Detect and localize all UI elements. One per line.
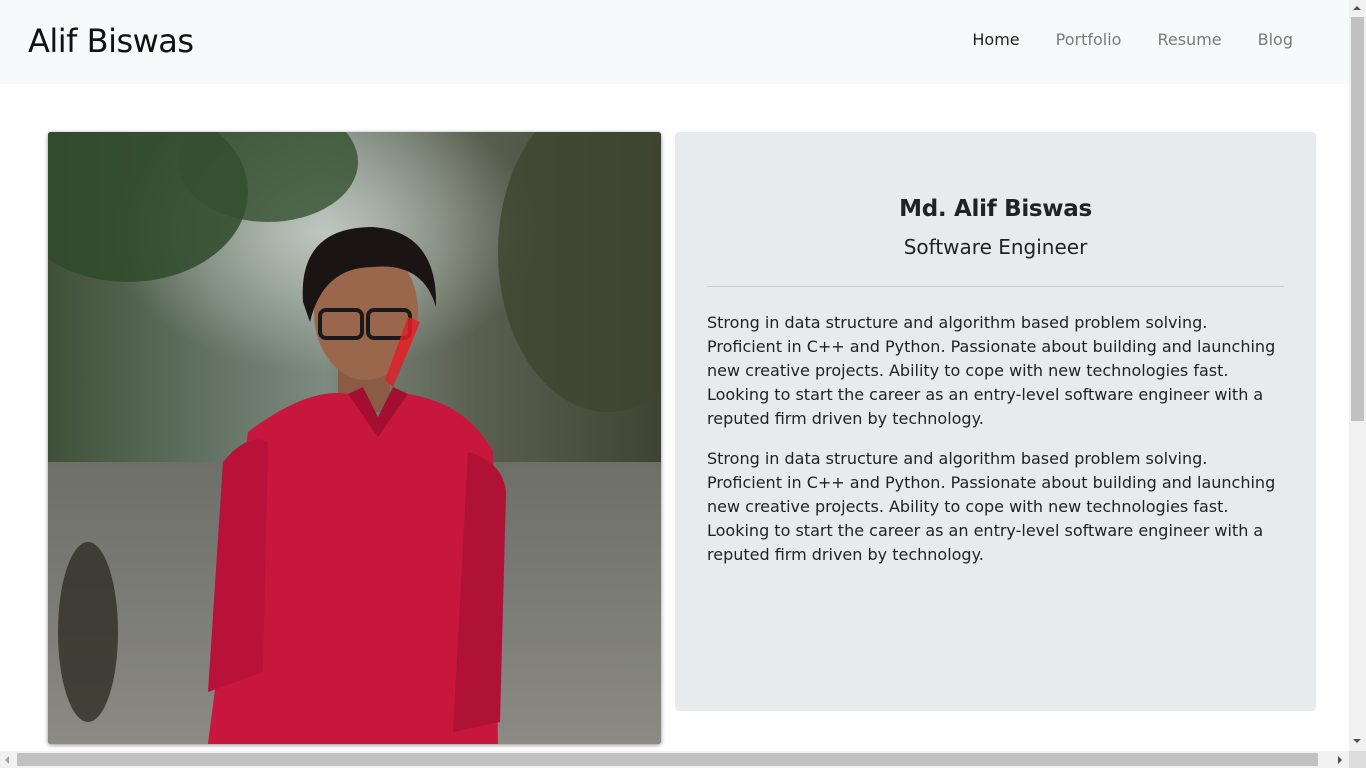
scroll-right-icon[interactable]	[1338, 756, 1342, 764]
profile-name: Md. Alif Biswas	[899, 196, 1092, 222]
bio-paragraph: Strong in data structure and algorithm b…	[707, 313, 1276, 428]
main-nav: Home Portfolio Resume Blog	[972, 30, 1293, 49]
brand-logo[interactable]: Alif Biswas	[28, 22, 194, 60]
scroll-left-icon[interactable]	[5, 756, 9, 764]
horizontal-scrollbar[interactable]	[0, 751, 1349, 768]
scroll-up-icon[interactable]	[1353, 6, 1361, 10]
nav-home[interactable]: Home	[972, 30, 1019, 49]
navbar: Alif Biswas Home Portfolio Resume Blog	[0, 0, 1349, 84]
bio-paragraph: Strong in data structure and algorithm b…	[707, 449, 1276, 564]
horizontal-scroll-thumb[interactable]	[17, 753, 1318, 766]
profile-role: Software Engineer	[903, 235, 1088, 259]
scrollbar-corner	[1349, 751, 1366, 768]
vertical-scroll-thumb[interactable]	[1351, 17, 1364, 421]
profile-card: Md. Alif Biswas Software Engineer Strong…	[675, 132, 1316, 711]
scroll-down-icon[interactable]	[1353, 739, 1361, 743]
divider	[707, 286, 1284, 287]
nav-resume[interactable]: Resume	[1157, 30, 1221, 49]
vertical-scrollbar[interactable]	[1349, 0, 1366, 751]
profile-photo	[48, 132, 661, 744]
page-viewport: Alif Biswas Home Portfolio Resume Blog M…	[0, 0, 1349, 751]
profile-photo-image	[48, 132, 661, 744]
nav-blog[interactable]: Blog	[1258, 30, 1293, 49]
nav-portfolio[interactable]: Portfolio	[1056, 30, 1122, 49]
